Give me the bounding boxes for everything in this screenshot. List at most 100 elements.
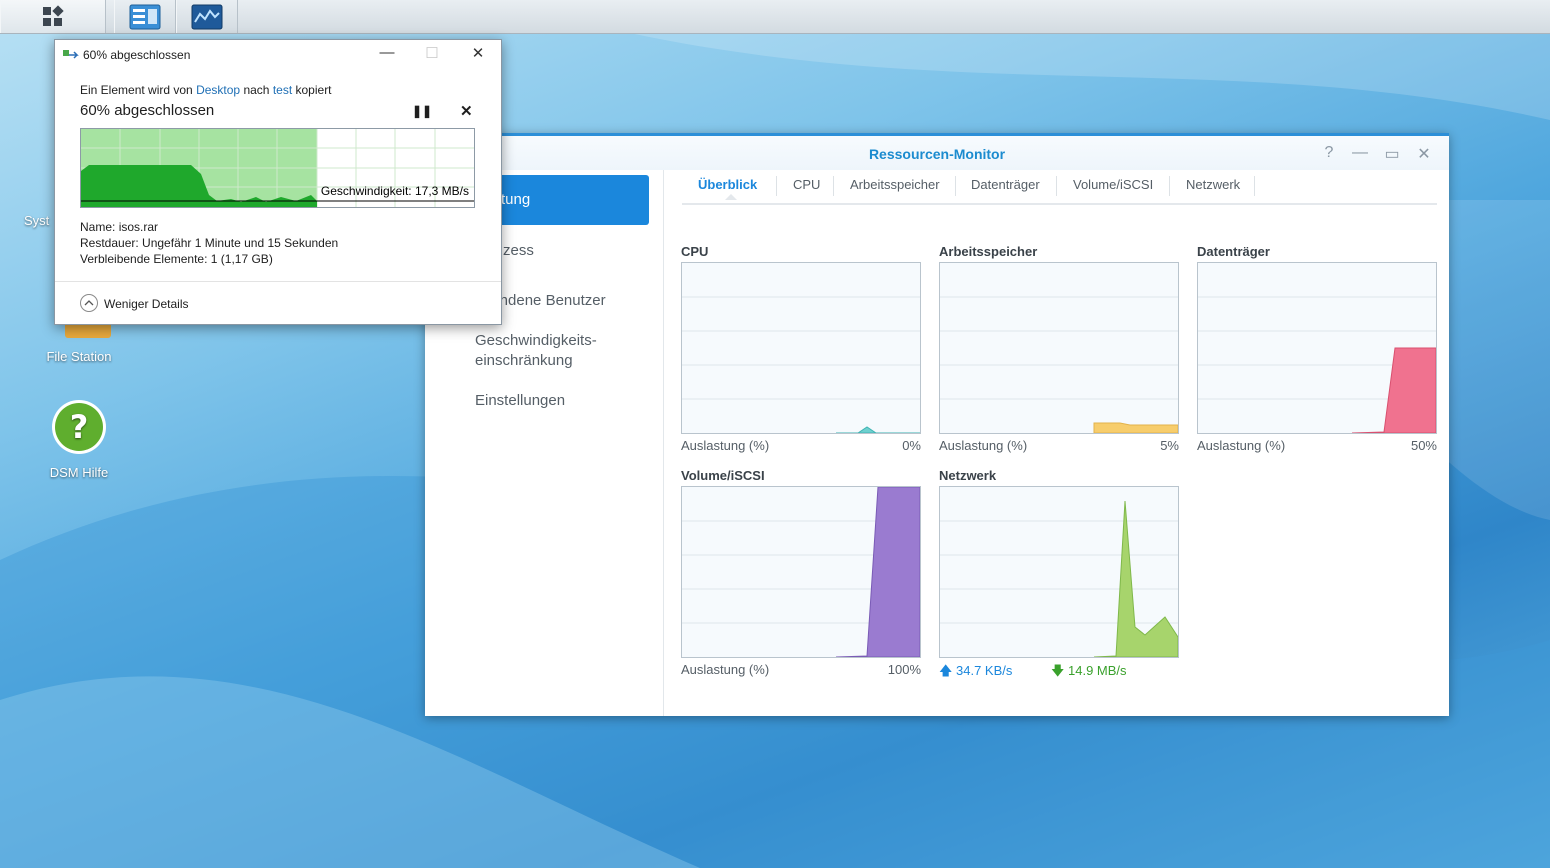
panel-value: 0% [902,438,921,453]
speed-readout: Geschwindigkeit: 17,3 MB/s [320,184,469,198]
panel-value: 100% [887,662,921,677]
text-segment: nach [243,83,270,97]
cancel-button[interactable]: ✕ [460,102,473,120]
panel-volume-iscsi[interactable]: Volume/iSCSI Auslastung (%) 100% [681,468,921,680]
window-title: Ressourcen-Monitor [425,136,1449,170]
desktop-icon-dsm-help[interactable]: ? DSM Hilfe [29,398,129,480]
close-button[interactable]: ✕ [468,44,488,62]
cpu-graph [681,262,921,434]
pause-icon: ❚❚ [412,104,433,118]
memory-graph [939,262,1179,434]
copy-progress-dialog: 60% abgeschlossen — ☐ ✕ Ein Element wird… [54,39,502,325]
tab-separator [955,176,956,196]
info-value: isos.rar [118,220,159,234]
network-download: 🡇 14.9 MB/s [1051,662,1127,684]
tab-volume-iscsi[interactable]: Volume/iSCSI [1073,176,1153,198]
info-label: Restdauer: [80,236,139,250]
target-link[interactable]: test [273,83,292,97]
panel-label: Auslastung (%) [681,438,770,453]
text-segment: Ein Element wird von [80,83,193,97]
panel-title: CPU [681,244,709,259]
taskbar [0,0,1550,34]
desktop-icon-label: File Station [46,349,112,364]
help-button[interactable]: ? [1319,144,1339,162]
tab-bar: Überblick CPU Arbeitsspeicher Datenträge… [682,170,1437,205]
panel-memory[interactable]: Arbeitsspeicher Auslastung (%) 5% [939,244,1179,456]
panel-network[interactable]: Netzwerk 🡅 34.7 KB/s 🡇 14.9 MB/s [939,468,1179,680]
arrow-down-icon: 🡇 [1051,663,1065,678]
active-tab-indicator [725,194,737,200]
source-link[interactable]: Desktop [196,83,240,97]
remaining-items-row: Verbleibende Elemente: 1 (1,17 GB) [80,252,273,266]
taskbar-app-resource-monitor[interactable] [176,0,238,33]
maximize-button[interactable]: ▭ [1382,144,1402,164]
memory-graph-svg [940,296,1178,433]
arrow-up-icon: 🡅 [939,663,953,678]
minimize-icon: — [1352,144,1368,161]
dialog-title: 60% abgeschlossen [83,48,191,62]
sidebar-item-label: einschränkung [475,352,573,369]
less-details-link[interactable]: Weniger Details [104,297,188,311]
close-icon: ✕ [471,45,485,62]
panel-value: 5% [1160,438,1179,453]
panel-title: Arbeitsspeicher [939,244,1038,259]
volume-graph [681,486,921,658]
tab-network[interactable]: Netzwerk [1186,176,1240,198]
maximize-icon: ▭ [1384,146,1400,163]
close-icon: ✕ [1417,146,1431,163]
panel-label: Auslastung (%) [1197,438,1286,453]
info-value: Ungefähr 1 Minute und 15 Sekunden [142,236,339,250]
less-details-toggle[interactable] [80,294,98,312]
text-segment: kopiert [295,83,332,97]
tab-cpu[interactable]: CPU [793,176,820,198]
cpu-graph-svg [682,296,920,433]
cpu-usage-area [836,426,920,433]
apps-grid-icon [43,4,64,26]
svg-text:?: ? [70,408,89,446]
sidebar-item-settings[interactable]: Einstellungen [475,391,565,411]
main-menu-button[interactable] [0,0,106,33]
disk-graph-svg [1198,296,1436,433]
sidebar-item-process[interactable]: zess [503,241,534,261]
resource-monitor-window: Ressourcen-Monitor ? — ▭ ✕ tung zess bun… [425,133,1449,716]
minimize-button[interactable]: — [1350,144,1370,162]
info-value: 1 (1,17 GB) [210,252,273,266]
close-button[interactable]: ✕ [1414,144,1434,164]
taskbar-app-window-list[interactable] [114,0,176,33]
panel-label: Auslastung (%) [681,662,770,677]
panel-disk[interactable]: Datenträger Auslastung (%) 50% [1197,244,1437,456]
copy-icon [63,50,79,59]
tab-separator [1056,176,1057,196]
volume-graph-svg [682,487,920,657]
sidebar-item-label: tung [501,191,531,208]
tab-disk[interactable]: Datenträger [971,176,1040,198]
cancel-icon: ✕ [460,103,473,120]
minimize-button[interactable]: — [377,44,397,61]
panel-label: Auslastung (%) [939,438,1028,453]
file-name-row: Name: isos.rar [80,220,158,234]
divider [55,281,501,282]
tab-separator [833,176,834,196]
tab-separator [1254,176,1255,196]
volume-usage-area [835,487,920,657]
network-usage-area [1093,500,1178,657]
tab-memory[interactable]: Arbeitsspeicher [850,176,940,198]
maximize-button[interactable]: ☐ [422,44,442,62]
network-graph [939,486,1179,658]
download-value: 14.9 MB/s [1068,663,1127,678]
help-icon: ? [1324,144,1334,161]
window-list-icon [129,4,161,29]
transfer-speed-chart: Geschwindigkeit: 17,3 MB/s [80,128,475,208]
monitor-chart-icon [191,4,223,29]
sidebar-item-speed-limit[interactable]: Geschwindigkeits- einschränkung [475,331,597,371]
memory-usage-area [1093,422,1178,433]
chevron-up-icon [84,300,94,306]
panel-cpu[interactable]: CPU Auslastung (%) 0% [681,244,921,456]
panel-title: Volume/iSCSI [681,468,765,483]
progress-heading: 60% abgeschlossen [80,102,215,119]
tab-separator [776,176,777,196]
pause-button[interactable]: ❚❚ [412,104,432,118]
remaining-time-row: Restdauer: Ungefähr 1 Minute und 15 Seku… [80,236,338,250]
tab-separator [1169,176,1170,196]
sidebar-item-label: Geschwindigkeits- [475,332,597,349]
